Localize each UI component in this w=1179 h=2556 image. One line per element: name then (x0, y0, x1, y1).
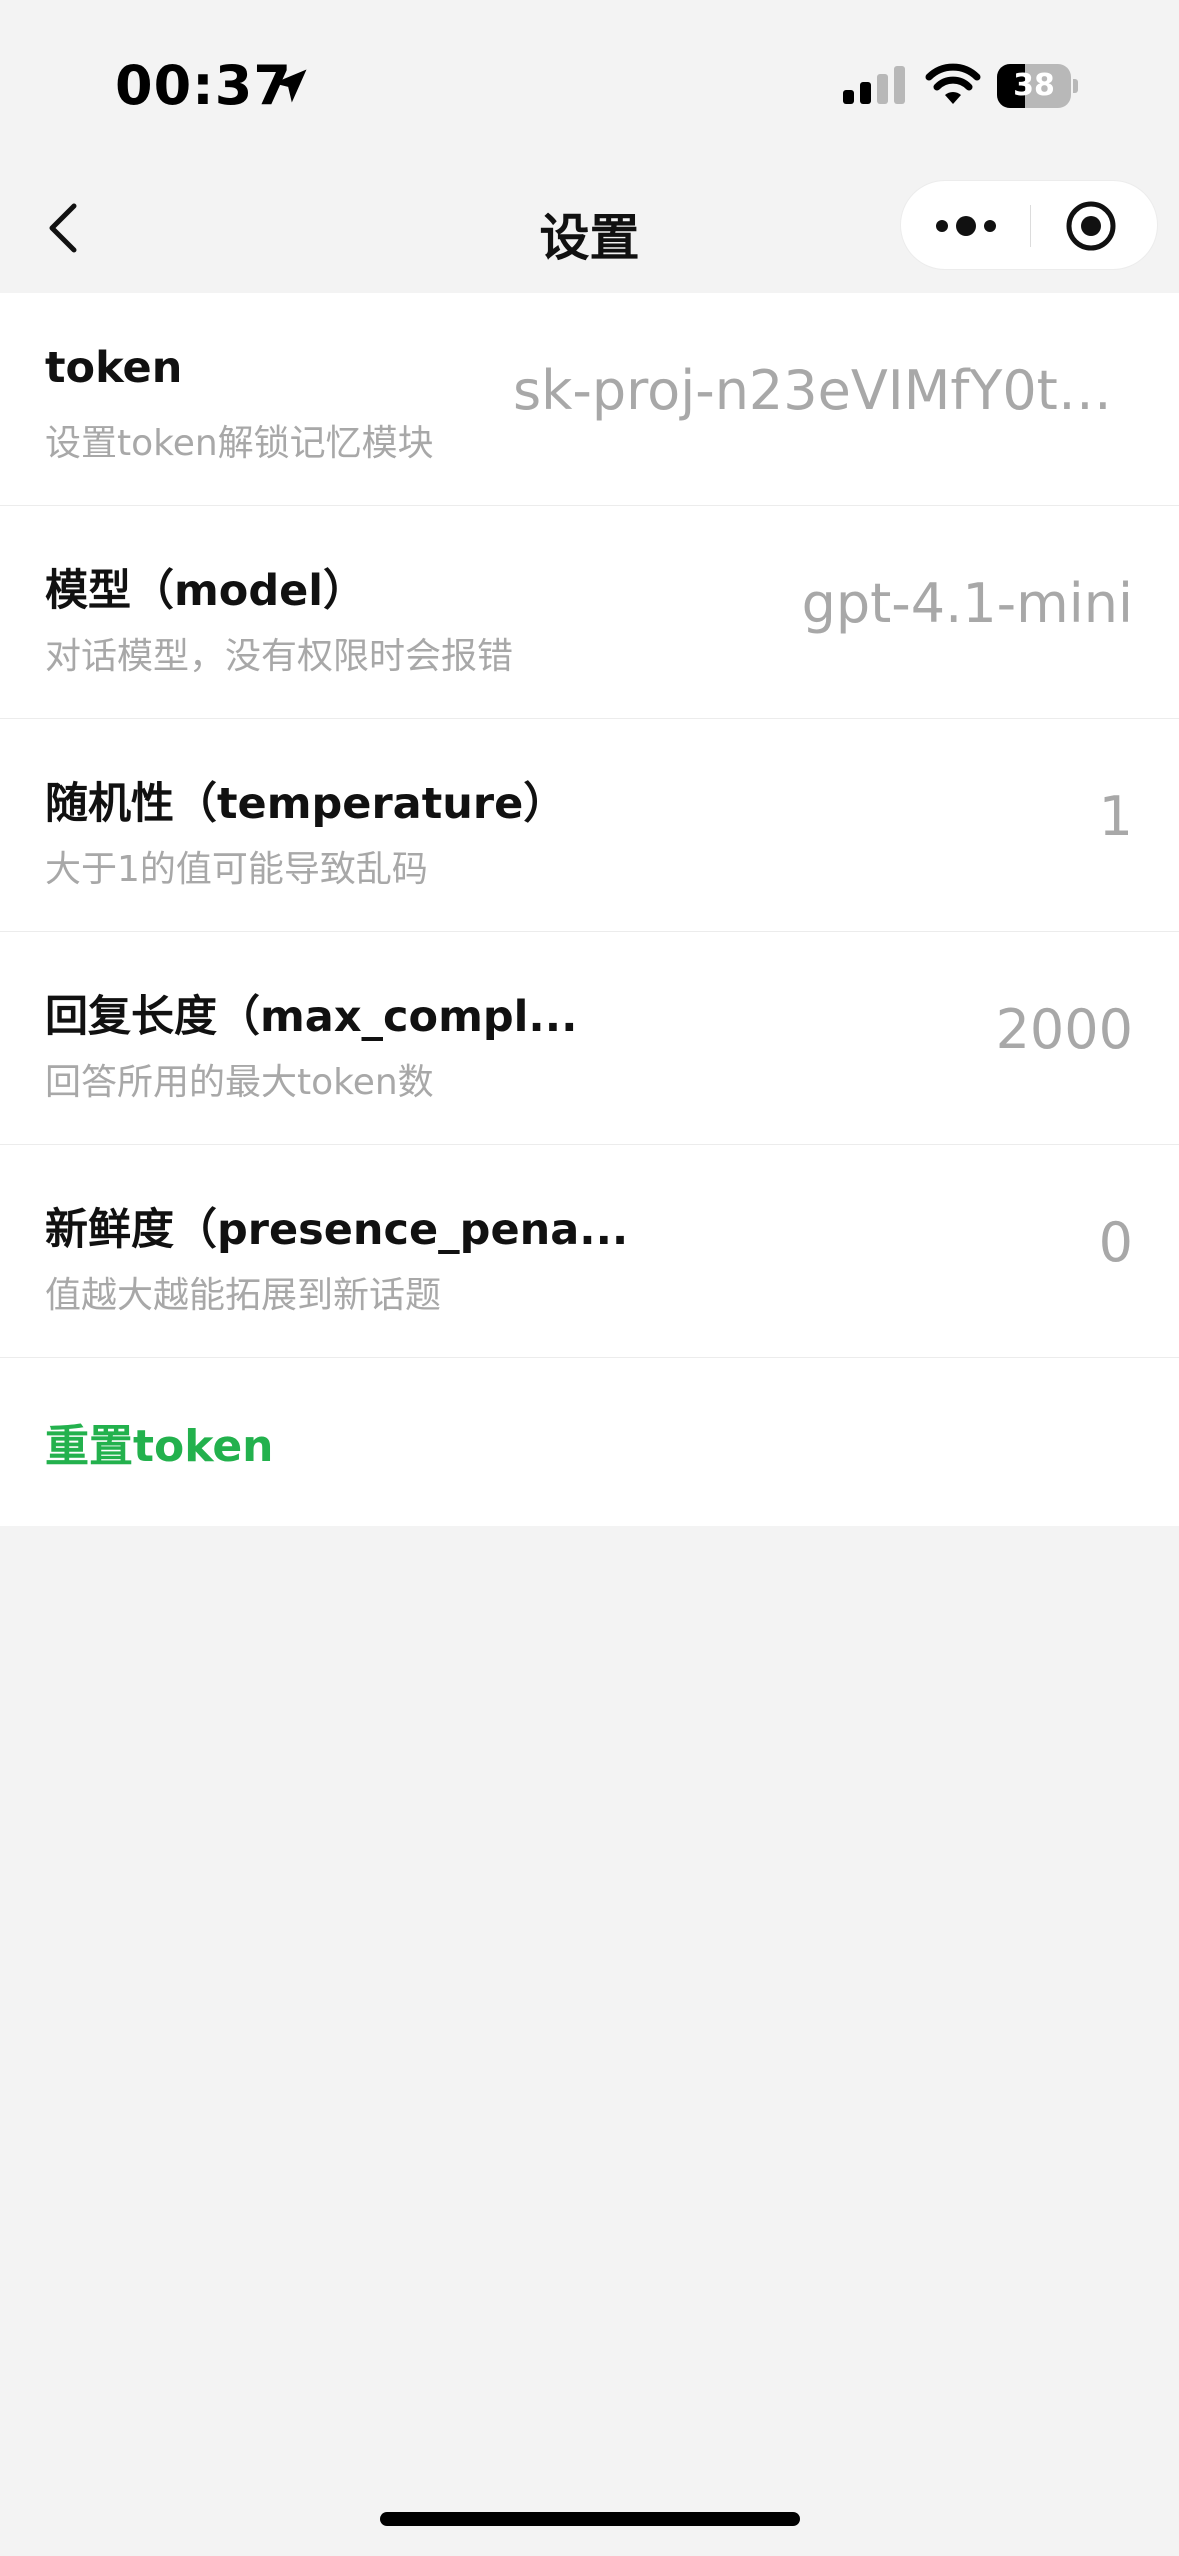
setting-row-temperature[interactable]: 随机性（temperature） 大于1的值可能导致乱码 1 (0, 719, 1179, 932)
setting-row-token[interactable]: token 设置token解锁记忆模块 sk-proj-n23eVIMfY0t7… (0, 293, 1179, 506)
cellular-signal-icon (843, 66, 905, 104)
reset-row: 重置token (0, 1358, 1179, 1526)
more-dots-icon[interactable] (933, 205, 999, 247)
setting-row-presence-penalty[interactable]: 新鲜度（presence_pena... 值越大越能拓展到新话题 0 (0, 1145, 1179, 1358)
battery-percent: 38 (1013, 68, 1055, 103)
setting-row-model[interactable]: 模型（model） 对话模型，没有权限时会报错 gpt-4.1-mini (0, 506, 1179, 719)
setting-description: 大于1的值可能导致乱码 (45, 849, 428, 890)
status-bar: 00:37 38 (0, 0, 1179, 150)
setting-title: 新鲜度（presence_pena... (45, 1205, 629, 1255)
setting-value[interactable]: 0 (1099, 1211, 1133, 1274)
setting-value[interactable]: sk-proj-n23eVIMfY0t7_... (513, 359, 1133, 422)
close-target-icon[interactable] (1065, 200, 1117, 252)
setting-value[interactable]: gpt-4.1-mini (802, 572, 1133, 635)
location-arrow-icon (273, 69, 307, 103)
setting-description: 值越大越能拓展到新话题 (45, 1275, 442, 1316)
home-indicator (380, 2512, 800, 2526)
battery-icon: 38 (997, 64, 1078, 108)
setting-title: token (45, 343, 183, 393)
status-time: 00:37 (115, 54, 292, 117)
setting-description: 回答所用的最大token数 (45, 1062, 434, 1103)
setting-value[interactable]: 2000 (996, 998, 1133, 1061)
settings-list: token 设置token解锁记忆模块 sk-proj-n23eVIMfY0t7… (0, 293, 1179, 1526)
reset-token-button[interactable]: 重置token (45, 1410, 274, 1474)
nav-bar: 设置 (0, 150, 1179, 293)
setting-title: 模型（model） (45, 566, 367, 616)
wifi-icon (925, 63, 981, 104)
setting-value[interactable]: 1 (1099, 785, 1133, 848)
setting-description: 对话模型，没有权限时会报错 (45, 636, 514, 677)
setting-title: 随机性（temperature） (45, 779, 567, 829)
miniprogram-capsule (900, 180, 1158, 270)
setting-row-max-completion[interactable]: 回复长度（max_compl... 回答所用的最大token数 2000 (0, 932, 1179, 1145)
capsule-divider (1030, 205, 1031, 247)
setting-description: 设置token解锁记忆模块 (45, 423, 434, 464)
setting-title: 回复长度（max_compl... (45, 992, 578, 1042)
